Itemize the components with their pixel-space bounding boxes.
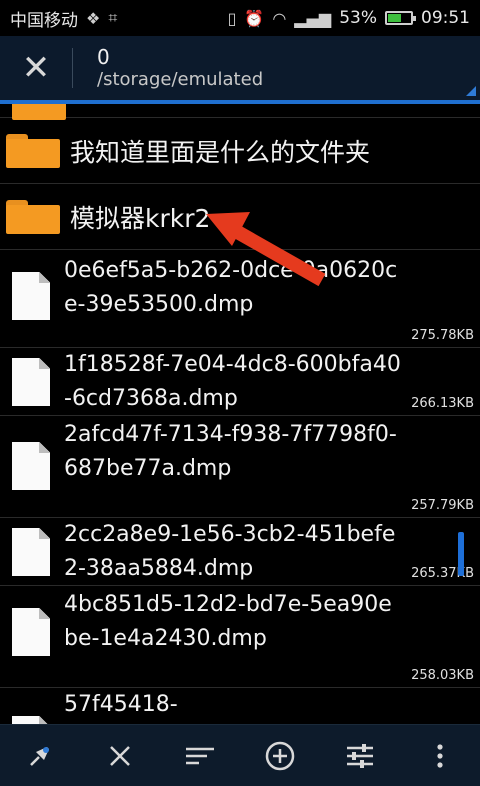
sort-button[interactable]: [170, 725, 230, 786]
file-size: 258.03KB: [411, 668, 474, 683]
close-button[interactable]: ✕: [0, 36, 72, 100]
file-name: 2afcd47f-7134-f938-7f7798f0-687be77a.dmp: [64, 422, 397, 481]
file-size: 275.78KB: [411, 328, 474, 343]
wifi-icon: ◠: [272, 8, 287, 28]
current-path: /storage/emulated: [97, 69, 264, 91]
file-name: 4bc851d5-12d2-bd7e-5ea90ebe-1e4a2430.dmp: [64, 592, 392, 651]
file-size: 265.37KB: [411, 566, 474, 581]
add-button[interactable]: [250, 725, 310, 786]
clock: 09:51: [421, 8, 470, 28]
more-button[interactable]: [410, 725, 470, 786]
battery-icon: [385, 11, 416, 25]
file-item[interactable]: 57f45418-: [0, 688, 480, 724]
file-size: 257.79KB: [411, 498, 474, 513]
cancel-button[interactable]: [90, 725, 150, 786]
folder-name: 我知道里面是什么的文件夹: [70, 137, 371, 167]
file-icon: [12, 528, 50, 576]
carrier-label: 中国移动: [10, 10, 78, 31]
add-icon: [265, 741, 295, 770]
file-icon: [12, 358, 50, 406]
file-name: 57f45418-: [64, 692, 178, 717]
pin-icon: [30, 746, 49, 766]
close-icon: ✕: [21, 48, 51, 88]
file-item[interactable]: 2afcd47f-7134-f938-7f7798f0-687be77a.dmp…: [0, 416, 480, 518]
file-list[interactable]: 我知道里面是什么的文件夹 模拟器krkr2 0e6ef5a5-b262-0dce…: [0, 104, 480, 724]
header-text: 0 /storage/emulated: [73, 45, 263, 91]
scrollbar[interactable]: [458, 532, 464, 576]
file-icon: [12, 272, 50, 320]
corner-indicator: [466, 86, 476, 96]
app-header: ✕ 0 /storage/emulated: [0, 36, 480, 100]
file-item[interactable]: 1f18528f-7e04-4dc8-600bfa40-6cd7368a.dmp…: [0, 348, 480, 416]
notification-icon: ❖: [86, 8, 101, 28]
folder-icon: [6, 133, 60, 168]
file-item[interactable]: 2cc2a8e9-1e56-3cb2-451befe2-38aa5884.dmp…: [0, 518, 480, 586]
file-icon: [12, 608, 50, 656]
battery-percent: 53%: [339, 8, 377, 28]
file-icon: [12, 442, 50, 490]
selection-count: 0: [97, 45, 110, 70]
folder-item[interactable]: 我知道里面是什么的文件夹: [0, 118, 480, 184]
bottom-toolbar: [0, 724, 480, 786]
close-icon: [110, 745, 130, 766]
file-name: 2cc2a8e9-1e56-3cb2-451befe2-38aa5884.dmp: [64, 522, 396, 581]
annotation-arrow: [206, 212, 326, 287]
folder-name: 模拟器krkr2: [70, 203, 211, 233]
status-bar: 中国移动 ❖ ⌗ ▯ ⏰ ◠ ▂▄▆ 53% 09:51: [0, 0, 480, 36]
folder-icon: [6, 199, 60, 234]
more-icon: [437, 743, 443, 768]
file-icon: [12, 716, 50, 724]
list-item-partial[interactable]: [0, 104, 480, 120]
settings-sliders-icon: [347, 743, 373, 768]
file-size: 266.13KB: [411, 396, 474, 411]
sort-icon: [186, 747, 214, 764]
alarm-icon: ⏰: [244, 8, 265, 28]
screenshot-icon: ⌗: [108, 8, 118, 27]
settings-button[interactable]: [330, 725, 390, 786]
signal-icon: ▂▄▆: [294, 8, 332, 28]
file-name: 1f18528f-7e04-4dc8-600bfa40-6cd7368a.dmp: [64, 352, 401, 411]
file-item[interactable]: 4bc851d5-12d2-bd7e-5ea90ebe-1e4a2430.dmp…: [0, 586, 480, 688]
pin-button[interactable]: [10, 725, 70, 786]
vibrate-icon: ▯: [227, 8, 237, 28]
